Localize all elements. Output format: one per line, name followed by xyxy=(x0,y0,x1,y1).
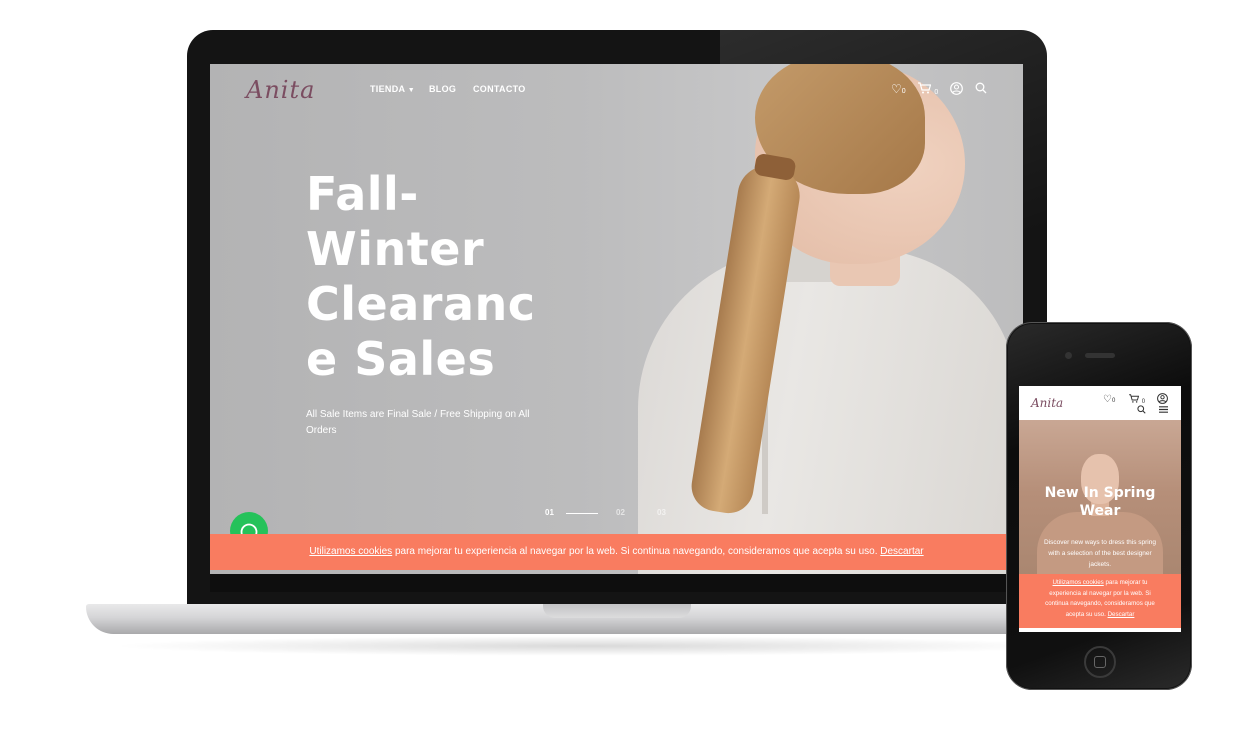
mobile-wishlist-button[interactable]: ♡0 xyxy=(1103,394,1115,405)
search-icon xyxy=(975,82,987,97)
cookie-dismiss-button[interactable]: Descartar xyxy=(880,546,923,557)
nav-contacto[interactable]: CONTACTO xyxy=(473,84,526,94)
cookie-text: para mejorar tu experiencia al navegar p… xyxy=(392,546,881,557)
model-blouse xyxy=(638,249,1018,574)
mobile-hero-subtitle-line: Discover new ways to dress this spring xyxy=(1044,539,1156,546)
laptop-bottom-bezel xyxy=(210,574,1023,592)
menu-icon xyxy=(1159,406,1168,417)
account-button[interactable] xyxy=(950,82,963,98)
mobile-search-button[interactable] xyxy=(1137,405,1146,417)
wishlist-count: 0 xyxy=(901,88,906,95)
phone-speaker xyxy=(1085,353,1115,358)
mobile-cookie-text: acepta su uso. xyxy=(1065,610,1108,618)
slide-progress-line xyxy=(566,513,598,514)
slide-indicator-02[interactable]: 02 xyxy=(616,508,625,517)
search-icon xyxy=(1137,405,1146,417)
laptop-screen: Anita TIENDA ▼ BLOG CONTACTO ♡0 0 Fall- … xyxy=(210,64,1023,574)
mobile-menu-button[interactable] xyxy=(1159,405,1168,417)
hero-title-line: e Sales xyxy=(306,332,496,386)
wishlist-button[interactable]: ♡0 xyxy=(891,82,906,96)
cart-button[interactable]: 0 xyxy=(918,82,938,97)
cookie-banner: Utilizamos cookies para mejorar tu exper… xyxy=(210,534,1023,570)
laptop-shadow xyxy=(110,636,1070,656)
nav-tienda[interactable]: TIENDA ▼ xyxy=(370,84,415,94)
cart-icon xyxy=(918,82,934,97)
cart-count: 0 xyxy=(934,89,939,96)
hero-title-line: Clearanc xyxy=(306,277,536,331)
mobile-hero-subtitle: Discover new ways to dress this spring w… xyxy=(1029,537,1171,570)
mobile-cookie-text: para mejorar tu xyxy=(1103,579,1148,586)
mobile-hero-subtitle-line: jackets. xyxy=(1088,561,1112,568)
mobile-cookie-text: continua navegando, consideramos que xyxy=(1045,600,1155,607)
mobile-wishlist-count: 0 xyxy=(1111,398,1116,404)
heart-icon: ♡ xyxy=(1103,394,1112,405)
mobile-cookie-dismiss-button[interactable]: Descartar xyxy=(1108,611,1135,618)
mobile-cookie-policy-link[interactable]: Utilizamos cookies xyxy=(1053,579,1104,586)
home-button-icon xyxy=(1094,656,1106,668)
mobile-hero-subtitle-line: with a selection of the best designer xyxy=(1048,550,1152,557)
phone-screen: Anita ♡0 0 New In Spring Wear Discover n… xyxy=(1019,386,1181,632)
mobile-hero-title-line: Wear xyxy=(1079,503,1121,519)
mobile-hero-title-line: New In Spring xyxy=(1044,485,1156,501)
slide-indicator-01[interactable]: 01 xyxy=(545,508,554,517)
mobile-logo[interactable]: Anita xyxy=(1031,396,1063,410)
hero-subtitle: All Sale Items are Final Sale / Free Shi… xyxy=(306,407,541,439)
laptop-base-notch xyxy=(543,604,691,618)
heart-icon: ♡ xyxy=(891,82,902,96)
slide-indicator-03[interactable]: 03 xyxy=(657,508,666,517)
mobile-cookie-banner: Utilizamos cookies para mejorar tu exper… xyxy=(1019,574,1181,628)
mobile-hero-title: New In Spring Wear xyxy=(1029,484,1171,520)
search-button[interactable] xyxy=(975,82,987,97)
hero-subtitle-line: Orders xyxy=(306,425,337,436)
chevron-down-icon: ▼ xyxy=(407,87,416,94)
cookie-policy-link[interactable]: Utilizamos cookies xyxy=(309,546,392,557)
hero-title: Fall- Winter Clearanc e Sales xyxy=(306,167,536,387)
nav-blog[interactable]: BLOG xyxy=(429,84,456,94)
phone-camera xyxy=(1065,352,1072,359)
hero-title-line: Fall- xyxy=(306,167,419,221)
user-icon xyxy=(950,82,963,98)
hero-title-line: Winter xyxy=(306,222,485,276)
nav-tienda-label: TIENDA xyxy=(370,84,405,94)
site-logo[interactable]: Anita xyxy=(246,76,315,104)
hero-subtitle-line: All Sale Items are Final Sale / Free Shi… xyxy=(306,409,530,420)
mobile-cookie-text: experiencia al navegar por la web. Si xyxy=(1049,589,1151,597)
